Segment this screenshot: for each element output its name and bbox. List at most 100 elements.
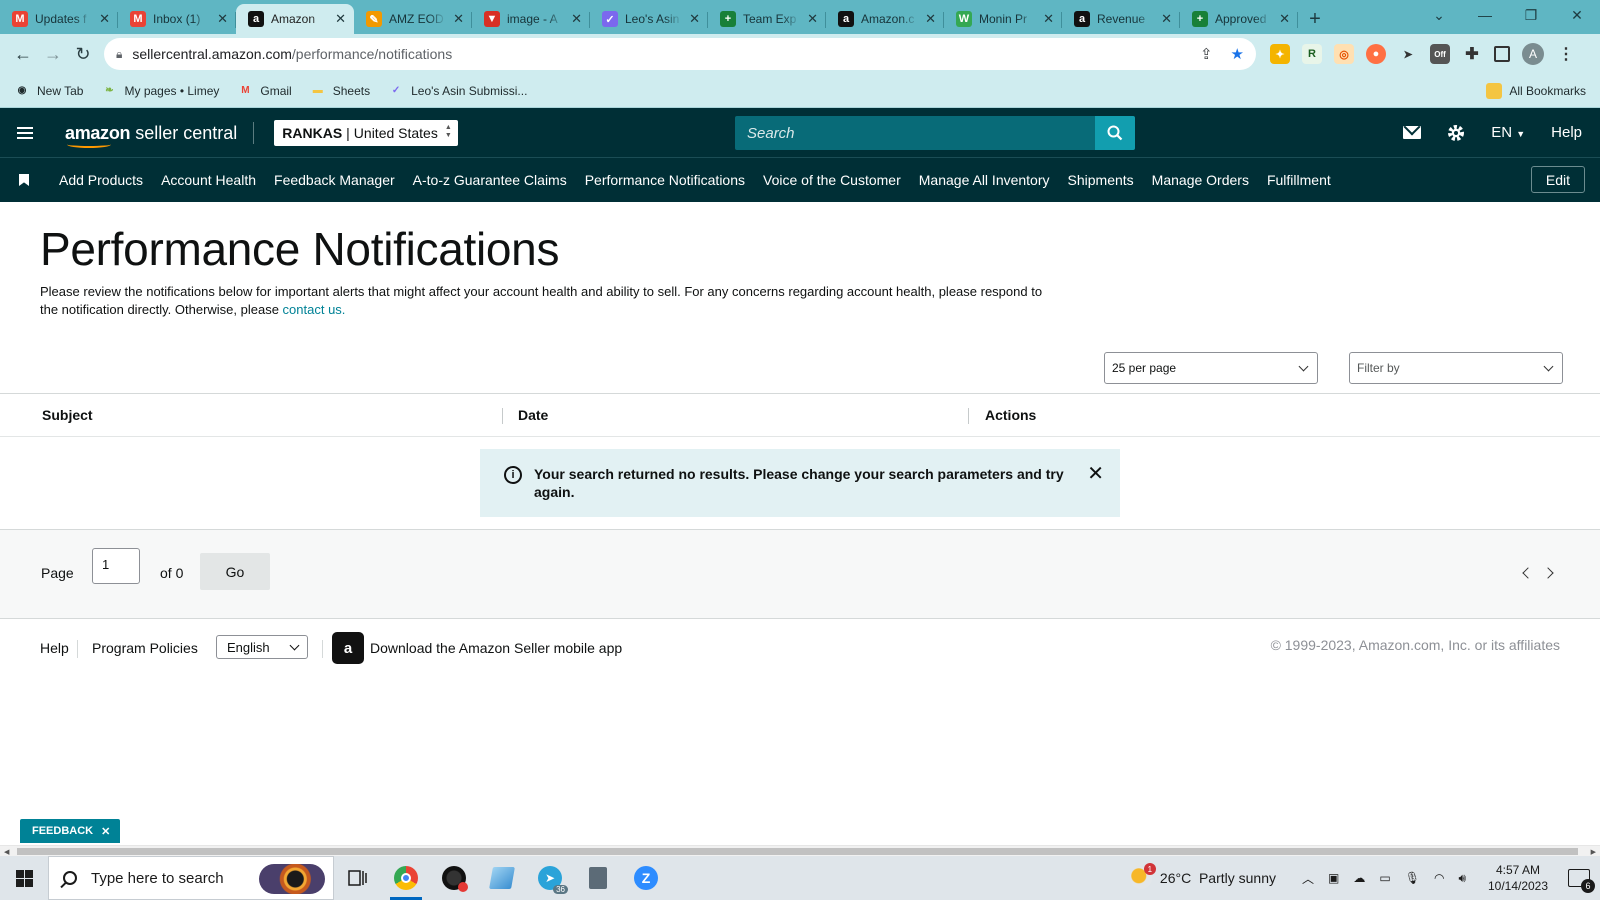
- nav-item-shipments[interactable]: Shipments: [1068, 172, 1134, 188]
- telegram-taskbar-icon[interactable]: ➤ 36: [526, 856, 574, 900]
- meeting-icon[interactable]: ▣: [1328, 871, 1339, 885]
- feedback-button[interactable]: FEEDBACK ✕: [20, 819, 121, 843]
- close-tab-icon[interactable]: ✕: [807, 11, 818, 27]
- nav-item-account-health[interactable]: Account Health: [161, 172, 256, 188]
- cloud-icon[interactable]: ☁: [1353, 871, 1365, 885]
- close-tab-icon[interactable]: ✕: [453, 11, 464, 27]
- bookmark-item[interactable]: M Gmail: [237, 83, 292, 99]
- scroll-right-icon[interactable]: ▶: [1591, 848, 1596, 856]
- nav-item-add-products[interactable]: Add Products: [59, 172, 143, 188]
- calculator-taskbar-icon[interactable]: [574, 856, 622, 900]
- close-tab-icon[interactable]: ✕: [99, 11, 110, 27]
- extension-orange-icon[interactable]: ●: [1366, 44, 1386, 64]
- browser-tab[interactable]: ▼ image - A ✕: [472, 4, 590, 34]
- scroll-left-icon[interactable]: ◀: [4, 848, 9, 856]
- browser-tab[interactable]: M Updates f ✕: [0, 4, 118, 34]
- start-button[interactable]: [0, 856, 48, 900]
- forward-button[interactable]: →: [38, 39, 68, 69]
- address-bar[interactable]: 🔒︎ sellercentral.amazon.com/performance/…: [104, 38, 1256, 70]
- footer-help-link[interactable]: Help: [40, 640, 69, 656]
- notification-center-icon[interactable]: 6: [1568, 869, 1595, 893]
- close-tab-icon[interactable]: ✕: [1043, 11, 1054, 27]
- wifi-icon[interactable]: ◠: [1434, 871, 1444, 885]
- tab-search-icon[interactable]: ⌄: [1416, 7, 1462, 24]
- close-window-button[interactable]: ✕: [1554, 7, 1600, 24]
- browser-menu-icon[interactable]: ⋮: [1556, 44, 1576, 64]
- seller-app-icon[interactable]: a: [332, 632, 364, 664]
- close-tab-icon[interactable]: ✕: [1279, 11, 1290, 27]
- taskbar-search-input[interactable]: Type here to search: [48, 856, 334, 900]
- extension-helium-icon[interactable]: ✦: [1270, 44, 1290, 64]
- horizontal-scrollbar[interactable]: ◀ ▶: [0, 845, 1600, 856]
- per-page-select[interactable]: 25 per page: [1104, 352, 1318, 384]
- display-icon[interactable]: ▭: [1379, 871, 1390, 885]
- microphone-icon[interactable]: 🎙︎: [1405, 871, 1420, 885]
- page-number-input[interactable]: 1: [92, 548, 140, 584]
- bookmark-star-icon[interactable]: ★: [1231, 45, 1244, 63]
- show-hidden-icons-chevron-icon[interactable]: ︿: [1302, 870, 1314, 887]
- weather-icon[interactable]: [1129, 863, 1156, 889]
- extension-rs-icon[interactable]: R: [1302, 44, 1322, 64]
- close-tab-icon[interactable]: ✕: [689, 11, 700, 27]
- extension-arrow-icon[interactable]: ➤: [1398, 44, 1418, 64]
- bookmark-item[interactable]: ◉ New Tab: [14, 83, 84, 99]
- back-button[interactable]: ←: [8, 39, 38, 69]
- bookmark-icon[interactable]: [19, 174, 29, 186]
- zoom-taskbar-icon[interactable]: Z: [622, 856, 670, 900]
- chrome-taskbar-icon[interactable]: [382, 856, 430, 900]
- all-bookmarks[interactable]: All Bookmarks: [1486, 82, 1586, 99]
- task-view-icon[interactable]: [334, 856, 382, 900]
- edit-nav-button[interactable]: Edit: [1530, 166, 1585, 193]
- weather-temp[interactable]: 26°C: [1160, 870, 1191, 886]
- nav-item-feedback-manager[interactable]: Feedback Manager: [274, 172, 395, 188]
- bookmark-item[interactable]: ❧ My pages • Limey: [101, 83, 219, 99]
- search-input[interactable]: Search: [735, 116, 1095, 150]
- nav-item-manage-all-inventory[interactable]: Manage All Inventory: [919, 172, 1050, 188]
- bookmark-item[interactable]: ▬ Sheets: [310, 83, 370, 99]
- chevron-left-icon[interactable]: [1522, 567, 1534, 579]
- extension-off-icon[interactable]: Off: [1430, 44, 1450, 64]
- browser-tab[interactable]: + Approved ✕: [1180, 4, 1298, 34]
- browser-tab[interactable]: ✓ Leo's Asin ✕: [590, 4, 708, 34]
- nav-item-voice-of-the-customer[interactable]: Voice of the Customer: [763, 172, 901, 188]
- menu-hamburger-icon[interactable]: [0, 108, 50, 157]
- volume-icon[interactable]: 🔊︎: [1458, 871, 1466, 886]
- amazon-seller-central-logo[interactable]: amazon seller central: [65, 124, 237, 148]
- download-app-link[interactable]: Download the Amazon Seller mobile app: [370, 640, 622, 656]
- browser-tab[interactable]: + Team Exp ✕: [708, 4, 826, 34]
- close-icon[interactable]: ✕: [1087, 464, 1104, 484]
- reload-button[interactable]: ↻: [68, 39, 98, 69]
- extension-camera-icon[interactable]: ◎: [1334, 44, 1354, 64]
- browser-tab[interactable]: a Amazon.c ✕: [826, 4, 944, 34]
- account-switcher[interactable]: RANKAS | United States ▲ ▼: [274, 119, 458, 146]
- contact-us-link[interactable]: contact us.: [283, 302, 346, 317]
- browser-tab[interactable]: M Inbox (1) ✕: [118, 4, 236, 34]
- minimize-button[interactable]: —: [1462, 7, 1508, 23]
- help-link[interactable]: Help: [1551, 124, 1582, 141]
- bookmark-item[interactable]: ✓ Leo's Asin Submissi...: [388, 83, 528, 99]
- nav-item-performance-notifications[interactable]: Performance Notifications: [585, 172, 745, 188]
- search-button[interactable]: [1095, 116, 1135, 150]
- language-selector[interactable]: EN ▼: [1491, 124, 1525, 141]
- settings-gear-icon[interactable]: [1447, 124, 1465, 142]
- close-tab-icon[interactable]: ✕: [925, 11, 936, 27]
- nav-item-manage-orders[interactable]: Manage Orders: [1152, 172, 1249, 188]
- browser-tab[interactable]: ✎ AMZ EOD ✕: [354, 4, 472, 34]
- close-tab-icon[interactable]: ✕: [217, 11, 228, 27]
- weather-description[interactable]: Partly sunny: [1199, 870, 1276, 886]
- column-date[interactable]: Date: [518, 407, 548, 423]
- close-icon[interactable]: ✕: [101, 825, 110, 838]
- filter-select[interactable]: Filter by: [1349, 352, 1563, 384]
- scrollbar-thumb[interactable]: [17, 848, 1578, 855]
- program-policies-link[interactable]: Program Policies: [92, 640, 198, 656]
- nav-item-a-to-z-guarantee-claims[interactable]: A-to-z Guarantee Claims: [413, 172, 567, 188]
- recorder-taskbar-icon[interactable]: [430, 856, 478, 900]
- site-info-icon[interactable]: 🔒︎: [116, 47, 122, 62]
- footer-language-select[interactable]: English: [216, 635, 308, 659]
- search-highlight-image[interactable]: [259, 864, 325, 894]
- notepad-taskbar-icon[interactable]: [478, 856, 526, 900]
- browser-tab[interactable]: a Revenue ✕: [1062, 4, 1180, 34]
- column-subject[interactable]: Subject: [42, 407, 93, 423]
- close-tab-icon[interactable]: ✕: [571, 11, 582, 27]
- mail-icon[interactable]: [1403, 126, 1422, 139]
